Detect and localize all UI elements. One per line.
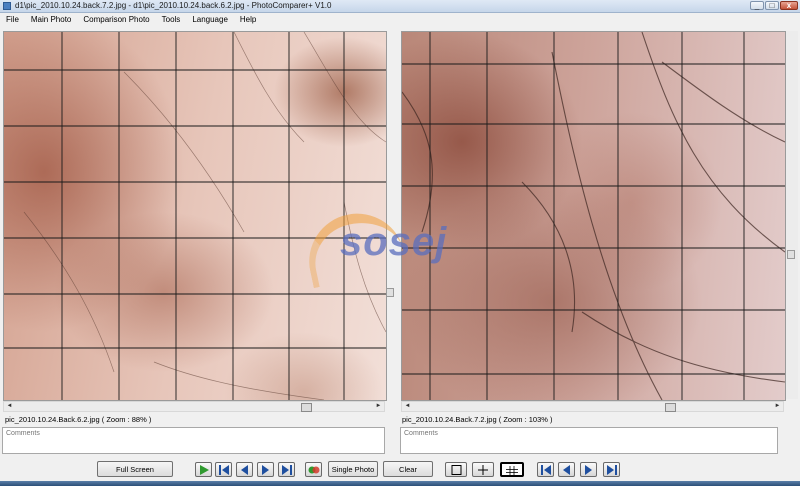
title-bar: d1\pic_2010.10.24.back.7.2.jpg - d1\pic_…	[0, 0, 800, 13]
menu-tools[interactable]: Tools	[156, 13, 187, 27]
close-icon: x	[786, 1, 792, 10]
comparison-photo-hscroll-thumb[interactable]	[665, 403, 676, 412]
comparison-last-button[interactable]	[603, 462, 620, 477]
main-photo-hscroll[interactable]: ◄ ►	[3, 401, 385, 412]
menu-main-photo[interactable]: Main Photo	[25, 13, 77, 27]
comparison-prev-button[interactable]	[558, 462, 575, 477]
single-photo-button[interactable]: Single Photo	[328, 461, 378, 477]
comparison-photo-comments[interactable]	[400, 427, 778, 454]
prev-icon	[241, 465, 248, 475]
main-photo-grid	[4, 32, 386, 400]
comparison-photo-image	[402, 32, 785, 400]
window-title: d1\pic_2010.10.24.back.7.2.jpg - d1\pic_…	[15, 1, 332, 10]
grid-overlay-button[interactable]	[500, 462, 524, 477]
next-icon	[585, 465, 592, 475]
crosshair-overlay-button[interactable]	[472, 462, 494, 477]
menu-comparison-photo[interactable]: Comparison Photo	[77, 13, 155, 27]
first-icon	[541, 465, 551, 475]
last-icon	[282, 465, 292, 475]
scroll-right-icon[interactable]: ►	[772, 402, 783, 411]
main-last-button[interactable]	[278, 462, 295, 477]
last-icon	[607, 465, 617, 475]
minimize-button[interactable]: _	[750, 1, 764, 10]
maximize-icon: □	[769, 1, 775, 10]
main-photo-label: pic_2010.10.24.Back.6.2.jpg ( Zoom : 88%…	[5, 415, 152, 424]
comparison-first-button[interactable]	[537, 462, 554, 477]
app-icon	[3, 2, 11, 10]
comparison-next-button[interactable]	[580, 462, 597, 477]
square-overlay-button[interactable]	[445, 462, 467, 477]
clear-button[interactable]: Clear	[383, 461, 433, 477]
comparison-photo-view[interactable]	[401, 31, 786, 401]
comparison-photo-hscroll[interactable]: ◄ ►	[401, 401, 784, 412]
main-next-button[interactable]	[257, 462, 274, 477]
menu-language[interactable]: Language	[186, 13, 234, 27]
right-vertical-scrollbar[interactable]	[786, 31, 798, 399]
square-icon	[451, 465, 462, 475]
comparison-photo-label: pic_2010.10.24.Back.7.2.jpg ( Zoom : 103…	[402, 415, 553, 424]
right-edge-handle[interactable]	[787, 250, 795, 259]
main-prev-button[interactable]	[236, 462, 253, 477]
sync-button[interactable]	[305, 462, 322, 477]
bottom-toolbar: Full Screen Single Photo Clear	[0, 460, 800, 480]
minimize-icon: _	[754, 1, 760, 10]
grid-icon	[506, 466, 518, 476]
crosshair-icon	[478, 465, 488, 475]
main-photo-image	[4, 32, 386, 400]
close-button[interactable]: x	[780, 1, 798, 10]
window-controls: _ □ x	[750, 1, 798, 11]
menu-bar: File Main Photo Comparison Photo Tools L…	[0, 13, 800, 27]
next-icon	[262, 465, 269, 475]
menu-file[interactable]: File	[0, 13, 25, 27]
os-taskbar	[0, 481, 800, 486]
full-screen-button[interactable]: Full Screen	[97, 461, 173, 477]
maximize-button[interactable]: □	[765, 1, 779, 10]
menu-help[interactable]: Help	[234, 13, 262, 27]
prev-icon	[563, 465, 570, 475]
play-button[interactable]	[195, 462, 212, 477]
play-icon	[200, 465, 209, 475]
main-photo-hscroll-thumb[interactable]	[301, 403, 313, 412]
main-first-button[interactable]	[215, 462, 232, 477]
scroll-right-icon[interactable]: ►	[373, 402, 384, 411]
main-photo-view[interactable]	[3, 31, 387, 401]
scroll-left-icon[interactable]: ◄	[4, 402, 15, 411]
main-photo-comments[interactable]	[2, 427, 385, 454]
splitter-handle[interactable]	[386, 288, 394, 297]
comparison-photo-grid	[402, 32, 785, 400]
scroll-left-icon[interactable]: ◄	[402, 402, 413, 411]
first-icon	[219, 465, 229, 475]
sync-icon	[308, 466, 320, 474]
